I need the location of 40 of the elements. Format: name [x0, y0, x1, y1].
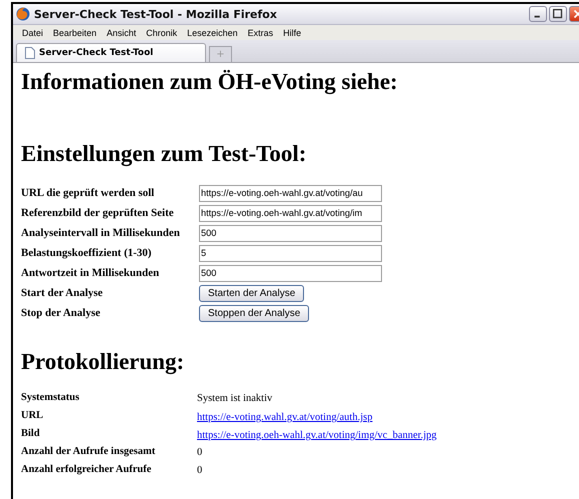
- field-label: Belastungskoeffizient (1-30): [21, 246, 152, 261]
- browser-tab[interactable]: Server-Check Test-Tool: [16, 43, 206, 62]
- input-field[interactable]: 500: [199, 224, 382, 242]
- section-heading: Protokollierung:: [21, 349, 186, 375]
- field-label: URL die geprüft werden soll: [21, 186, 156, 201]
- log-label: Systemstatus: [21, 391, 80, 405]
- url-link[interactable]: https://e-voting.oeh-wahl.gv.at/voting/img/vc_banner.jpg: [197, 430, 437, 441]
- log-label: Anzahl erfolgreicher Aufrufe: [21, 463, 152, 477]
- analysis-button[interactable]: Starten der Analyse: [199, 284, 304, 302]
- field-label: Analyseintervall in Millisekunden: [21, 226, 181, 241]
- menu-item[interactable]: Ansicht: [102, 28, 142, 38]
- menu-item[interactable]: Chronik: [141, 28, 182, 38]
- maximize-icon[interactable]: [549, 6, 567, 22]
- field-label: Referenzbild der geprüften Seite: [21, 206, 175, 221]
- input-field[interactable]: 500: [199, 264, 382, 282]
- page-icon: [25, 47, 35, 59]
- input-field[interactable]: https://e-voting.oeh-wahl.gv.at/voting/im: [199, 204, 382, 222]
- firefox-logo-icon: [16, 7, 30, 21]
- menu-item[interactable]: Datei: [17, 28, 48, 38]
- window-title: Server-Check Test-Tool - Mozilla Firefox: [34, 8, 278, 20]
- log-label: Anzahl der Aufrufe insgesamt: [21, 445, 156, 459]
- field-label: Stop der Analyse: [21, 306, 102, 321]
- log-label: URL: [21, 409, 44, 423]
- analysis-button[interactable]: Stoppen der Analyse: [199, 304, 310, 322]
- minimize-icon[interactable]: [529, 6, 547, 22]
- menu-item[interactable]: Extras: [242, 28, 278, 38]
- section-heading: Informationen zum ÖH-eVoting siehe:: [21, 69, 399, 95]
- field-label: Antwortzeit in Millisekunden: [21, 266, 160, 281]
- input-field[interactable]: 5: [199, 244, 382, 262]
- input-field[interactable]: https://e-voting.oeh-wahl.gv.at/voting/au: [199, 184, 382, 202]
- menu-item[interactable]: Hilfe: [278, 28, 306, 38]
- url-link[interactable]: https://e-voting.wahl.gv.at/voting/auth.jsp: [197, 412, 372, 423]
- menu-item[interactable]: Lesezeichen: [182, 28, 243, 38]
- log-value: 0: [197, 464, 204, 476]
- menu-item[interactable]: Bearbeiten: [48, 28, 102, 38]
- section-heading: Einstellungen zum Test-Tool:: [21, 141, 308, 167]
- log-value: System ist inaktiv: [197, 392, 274, 404]
- log-value: 0: [197, 446, 204, 458]
- field-label: Start der Analyse: [21, 286, 104, 301]
- log-label: Bild: [21, 427, 41, 441]
